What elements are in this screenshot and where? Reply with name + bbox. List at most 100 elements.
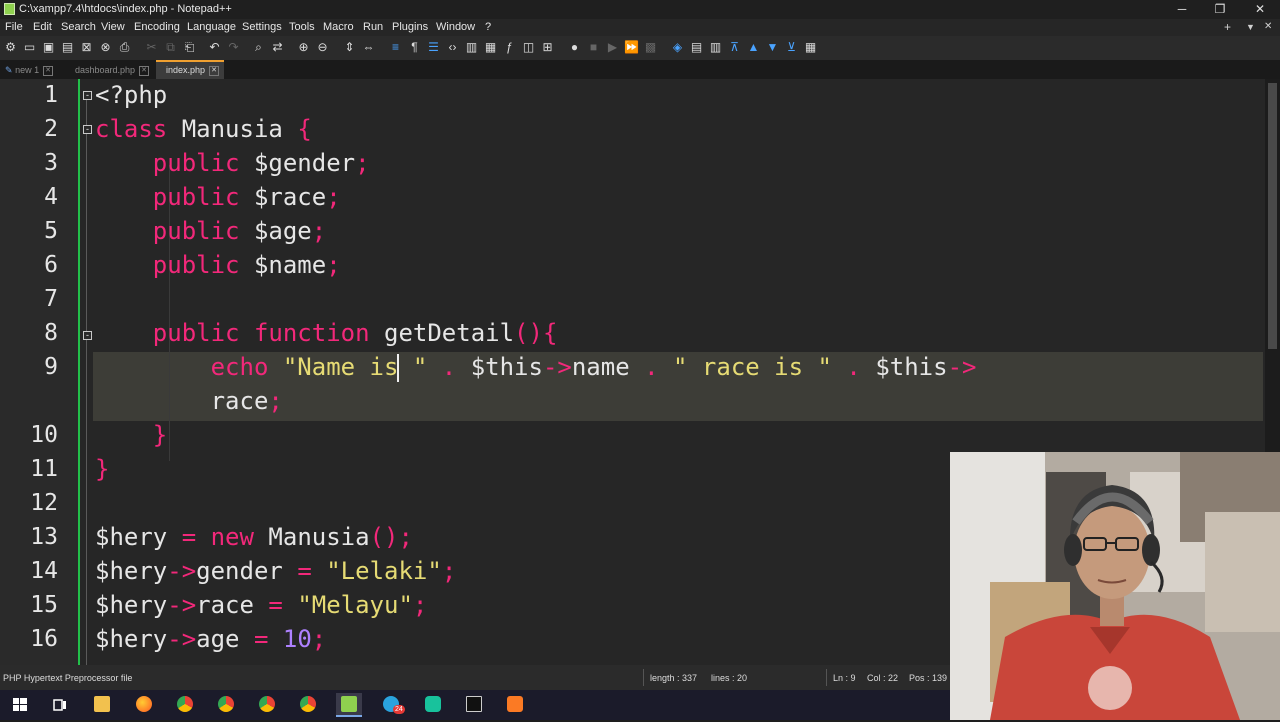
terminal-icon[interactable] — [461, 693, 487, 717]
down-arrow-icon[interactable]: ▼ — [765, 40, 780, 55]
playback-macro-icon[interactable]: ▶ — [605, 40, 620, 55]
plugin-icon-4[interactable]: ⊼ — [727, 40, 742, 55]
plugin-icon-5[interactable]: ⊻ — [784, 40, 799, 55]
operator: = — [268, 591, 283, 619]
tab-new-1[interactable]: ✎ new 1 ✕ — [4, 62, 66, 79]
line-number: 12 — [30, 490, 58, 516]
file-explorer-icon[interactable] — [89, 693, 115, 717]
menu-window[interactable]: Window — [436, 21, 475, 33]
number: 10 — [282, 625, 312, 653]
tab-dashboard[interactable]: dashboard.php ✕ — [72, 62, 150, 79]
chrome-icon[interactable] — [213, 693, 239, 717]
menu-search[interactable]: Search — [61, 21, 96, 33]
close-all-icon[interactable]: ⊗ — [98, 40, 113, 55]
firefox-icon[interactable] — [131, 693, 157, 717]
minimize-button[interactable]: ─ — [1162, 0, 1202, 19]
menu-edit[interactable]: Edit — [33, 21, 52, 33]
close-button[interactable]: ✕ — [1240, 0, 1280, 19]
undo-icon[interactable]: ↶ — [207, 40, 222, 55]
save-macro-icon[interactable]: ▩ — [643, 40, 658, 55]
chrome-icon[interactable] — [172, 693, 198, 717]
find-icon[interactable]: ⌕ — [251, 40, 266, 55]
record-macro-icon[interactable]: ● — [567, 40, 582, 55]
zoom-in-icon[interactable]: ⊕ — [296, 40, 311, 55]
stop-recording-icon[interactable]: ■ — [586, 40, 601, 55]
indent-guide-icon[interactable]: ☰ — [426, 40, 441, 55]
clipboard-history-icon[interactable]: ⊞ — [540, 40, 555, 55]
sync-vertical-icon[interactable]: ⇕ — [342, 40, 357, 55]
menu-encoding[interactable]: Encoding — [134, 21, 180, 33]
property: gender — [196, 557, 283, 585]
monitoring-icon[interactable]: ◫ — [521, 40, 536, 55]
plugin-icon-3[interactable]: ▥ — [708, 40, 723, 55]
cut-icon[interactable]: ✂ — [144, 40, 159, 55]
operator: -> — [947, 353, 977, 381]
menu-macro[interactable]: Macro — [323, 21, 354, 33]
plugin-icon-6[interactable]: ▦ — [803, 40, 818, 55]
fold-toggle-icon[interactable]: - — [83, 91, 92, 100]
code-line: public $name; — [95, 251, 341, 279]
parens: (); — [369, 523, 413, 551]
xampp-icon[interactable] — [502, 693, 528, 717]
copy-icon[interactable]: ⧉ — [163, 40, 178, 55]
fold-toggle-icon[interactable]: - — [83, 125, 92, 134]
menu-plugins[interactable]: Plugins — [392, 21, 428, 33]
menu-run[interactable]: Run — [363, 21, 383, 33]
up-arrow-icon[interactable]: ▲ — [746, 40, 761, 55]
menu-settings[interactable]: Settings — [242, 21, 282, 33]
paste-icon[interactable]: ⎗ — [182, 40, 197, 55]
open-file-icon[interactable]: ▭ — [22, 40, 37, 55]
windows-start-icon[interactable] — [7, 693, 33, 717]
line-number: 3 — [44, 150, 58, 176]
cursor-position: Pos : 139 — [909, 673, 948, 683]
function-list-icon[interactable]: ƒ — [502, 40, 517, 55]
chrome-icon[interactable] — [254, 693, 280, 717]
tab-index[interactable]: index.php ✕ — [156, 60, 224, 79]
variable: $gender — [253, 149, 356, 177]
fold-toggle-icon[interactable]: - — [83, 331, 92, 340]
plugin-icon-2[interactable]: ▤ — [689, 40, 704, 55]
new-tab-button[interactable]: + — [1224, 20, 1231, 34]
sync-horizontal-icon[interactable]: ⇔ — [361, 40, 376, 55]
new-file-icon[interactable]: ⚙ — [3, 40, 18, 55]
word-wrap-icon[interactable]: ≡ — [388, 40, 403, 55]
semicolon: ; — [355, 149, 370, 177]
save-icon[interactable]: ▣ — [41, 40, 56, 55]
close-tab-icon[interactable]: ✕ — [209, 65, 220, 76]
run-macro-multiple-icon[interactable]: ⏩ — [624, 40, 639, 55]
game-controller-icon[interactable] — [420, 693, 446, 717]
replace-icon[interactable]: ⇄ — [270, 40, 285, 55]
notepad-plus-plus-icon[interactable] — [336, 693, 362, 717]
save-all-icon[interactable]: ▤ — [60, 40, 75, 55]
menu-view[interactable]: View — [101, 21, 125, 33]
chrome-icon[interactable] — [295, 693, 321, 717]
semicolon: ; — [326, 251, 341, 279]
close-tab-icon[interactable]: ✕ — [43, 65, 54, 76]
close-tab-icon[interactable]: ✕ — [139, 65, 150, 76]
variable: $hery — [95, 591, 168, 619]
menu-help[interactable]: ? — [485, 21, 491, 33]
plugin-icon-1[interactable]: ◈ — [670, 40, 685, 55]
menu-file[interactable]: File — [5, 21, 23, 33]
menu-tools[interactable]: Tools — [289, 21, 315, 33]
show-all-characters-icon[interactable]: ¶ — [407, 40, 422, 55]
code-line-wrapped: race; — [95, 387, 283, 415]
close-icon[interactable]: ⊠ — [79, 40, 94, 55]
line-number: 5 — [44, 218, 58, 244]
redo-icon[interactable]: ↷ — [226, 40, 241, 55]
close-document-button[interactable]: ✕ — [1264, 21, 1272, 32]
xml-tags-icon[interactable]: ‹› — [445, 40, 460, 55]
print-icon[interactable]: ⎙ — [117, 40, 132, 55]
task-view-icon[interactable] — [47, 693, 73, 717]
keyword: new — [210, 523, 254, 551]
code-line: public $gender; — [95, 149, 370, 177]
folder-as-workspace-icon[interactable]: ▦ — [483, 40, 498, 55]
document-map-icon[interactable]: ▥ — [464, 40, 479, 55]
scrollbar-thumb[interactable] — [1268, 83, 1277, 349]
keyword: function — [253, 319, 370, 347]
telegram-icon[interactable]: 24 — [378, 693, 405, 717]
zoom-out-icon[interactable]: ⊖ — [315, 40, 330, 55]
restore-button[interactable]: ❐ — [1200, 0, 1240, 19]
tab-list-button[interactable]: ▼ — [1246, 22, 1255, 32]
menu-language[interactable]: Language — [187, 21, 236, 33]
